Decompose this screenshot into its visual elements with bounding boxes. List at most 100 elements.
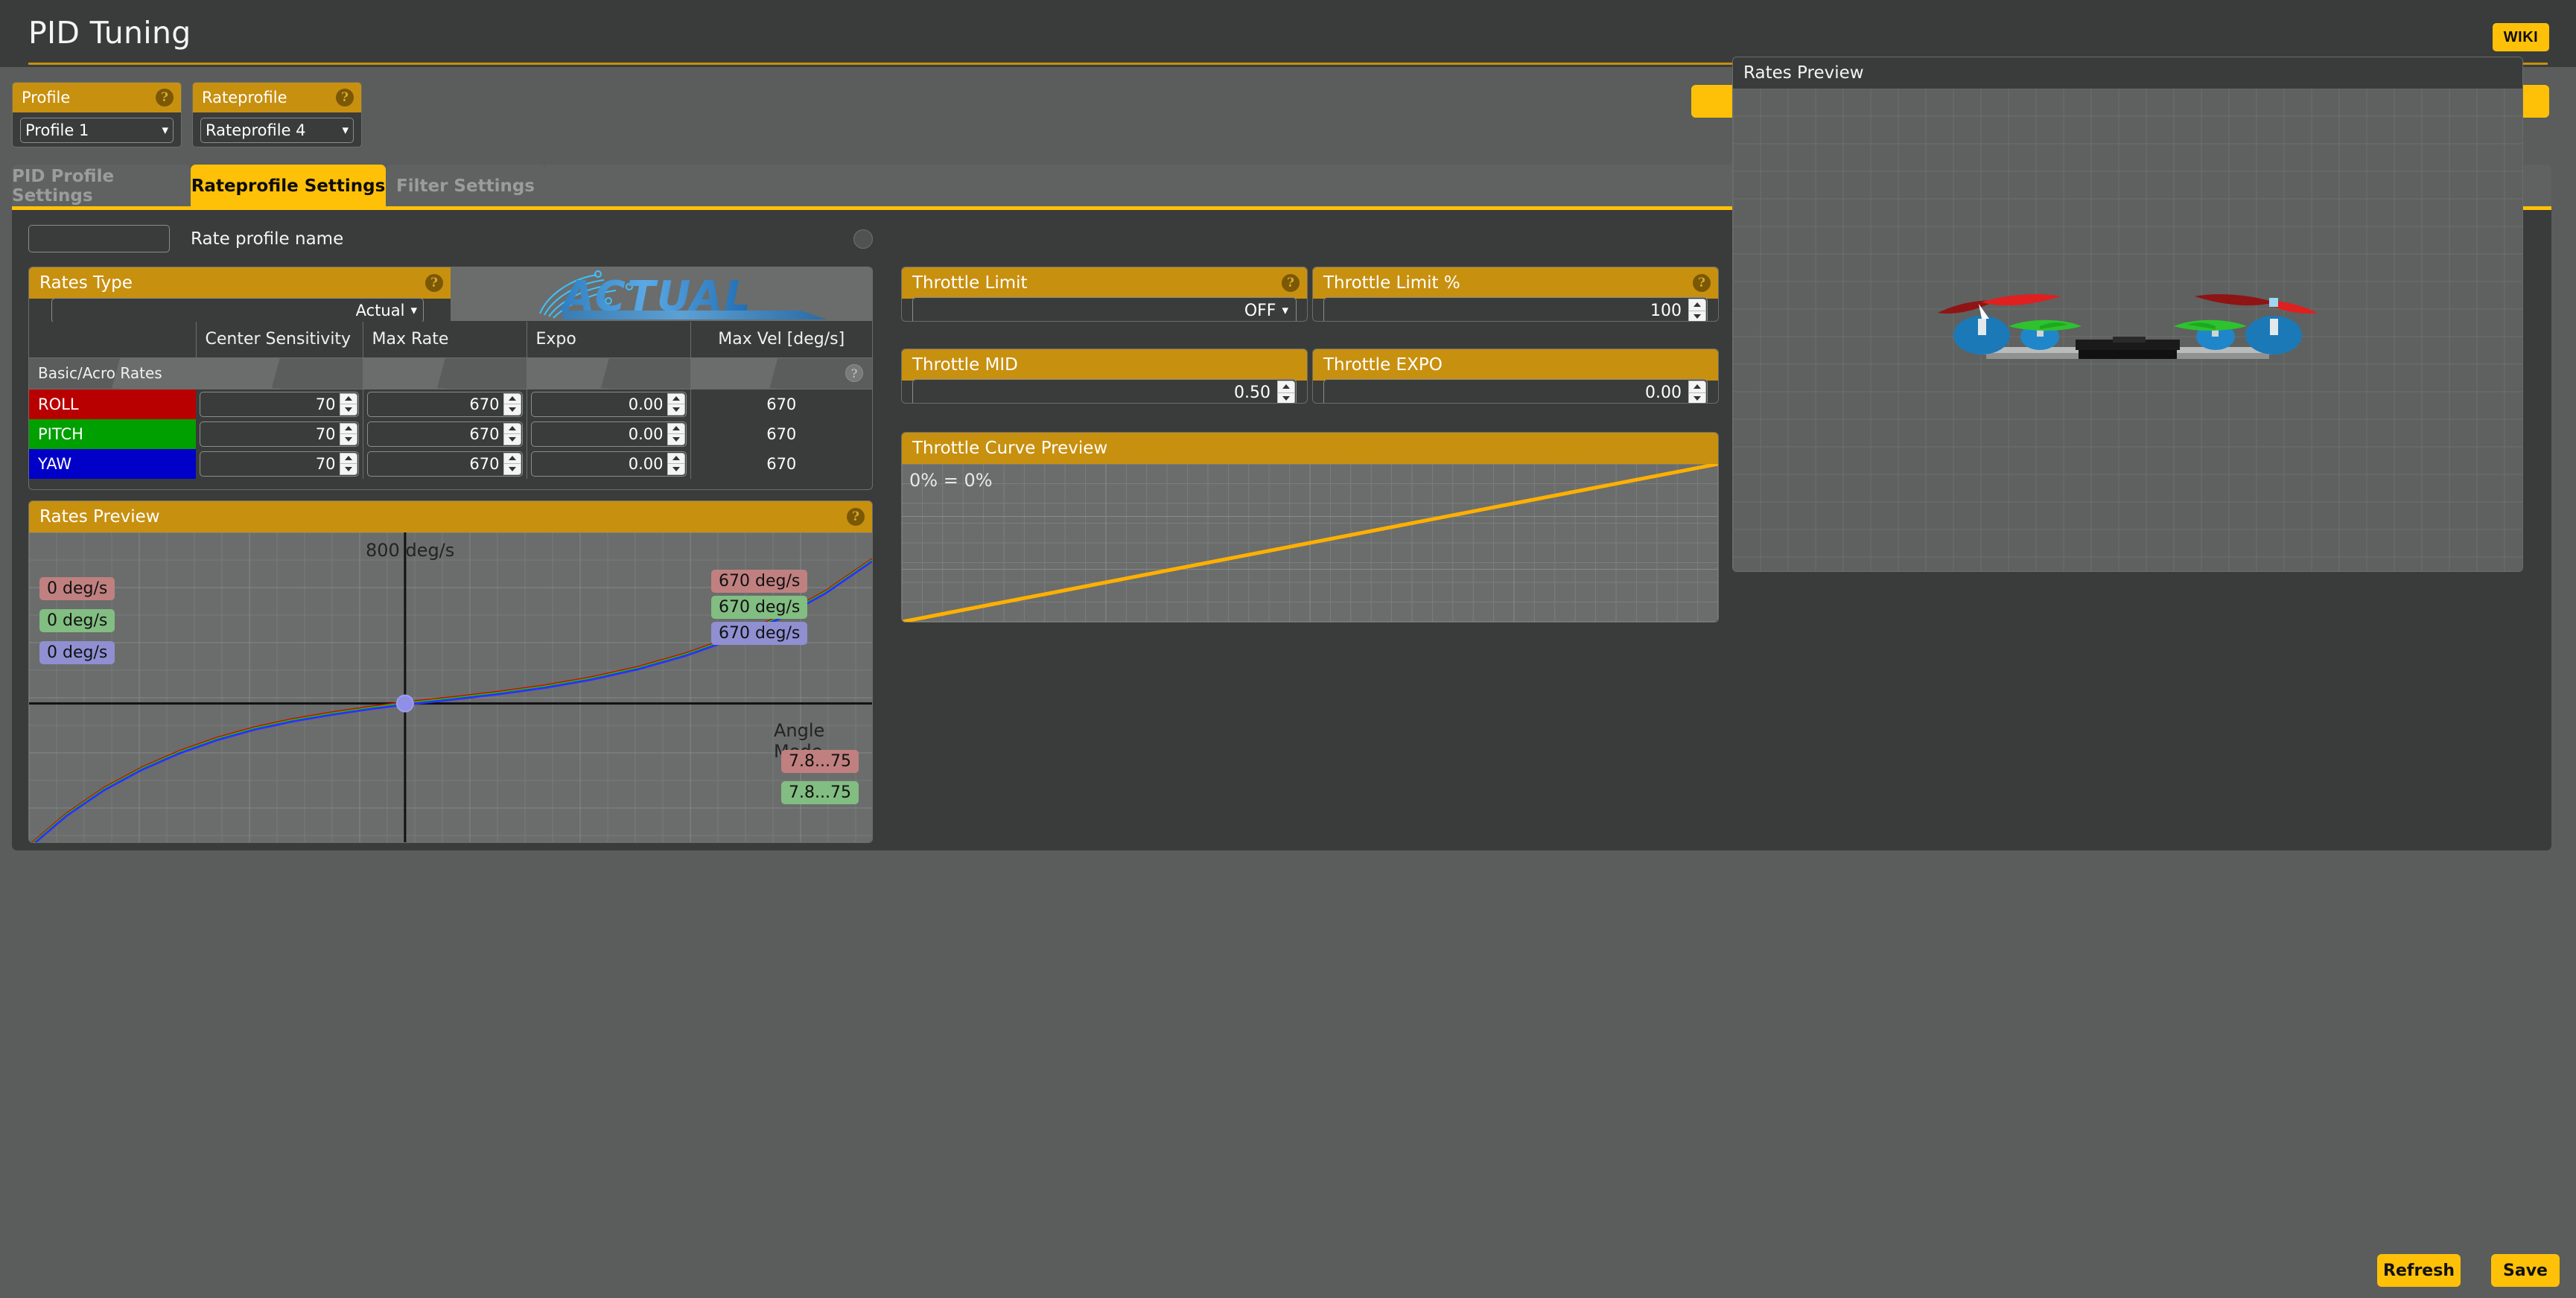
- model-preview-header: Rates Preview: [1733, 57, 2522, 89]
- throttle-limit-percent-body: 100: [1313, 299, 1718, 322]
- rates-type-select-wrap: Actual ▾: [29, 299, 451, 322]
- stepper-roll-expo[interactable]: [667, 393, 685, 416]
- group-spacer: [363, 357, 527, 389]
- rates-right-label-yaw: 670 deg/s: [711, 622, 807, 645]
- table-group-row: Basic/Acro Rates ?: [29, 357, 872, 389]
- profile-selector-panel: Profile ? Profile 1 ▾: [12, 82, 182, 147]
- chevron-down-icon: ▾: [342, 123, 349, 138]
- table-row: YAW 70 670: [29, 449, 872, 479]
- value: 70: [316, 425, 336, 443]
- profile-panel-header: Profile ?: [13, 83, 181, 112]
- chevron-down-icon: ▾: [1282, 303, 1288, 318]
- throttle-curve-plot[interactable]: 0% = 0%: [902, 464, 1718, 622]
- rates-type-title: Rates Type: [39, 273, 133, 293]
- yaw-center-sensitivity-input[interactable]: 70: [200, 451, 359, 477]
- quadcopter-model-viewport[interactable]: [1733, 89, 2522, 571]
- tab-pid-profile-settings[interactable]: PID Profile Settings: [12, 165, 191, 208]
- value: 670: [469, 455, 499, 473]
- profile-select[interactable]: Profile 1 ▾: [20, 118, 174, 143]
- stepper-throttle-limit-percent[interactable]: [1688, 299, 1706, 322]
- profile-label: Profile: [22, 89, 70, 106]
- stepper-pitch-expo[interactable]: [667, 423, 685, 445]
- stepper-roll-center-sensitivity[interactable]: [340, 393, 357, 416]
- value: 0.00: [629, 425, 664, 443]
- throttle-expo-body: 0.00: [1313, 381, 1718, 404]
- throttle-limit-header: Throttle Limit ?: [902, 267, 1307, 299]
- table-row: ROLL 70 670: [29, 389, 872, 419]
- table-row: PITCH 70 670: [29, 419, 872, 449]
- rates-right-label-pitch: 670 deg/s: [711, 596, 807, 619]
- profile-select-wrap: Profile 1 ▾: [13, 112, 181, 143]
- stepper-pitch-max-rate[interactable]: [503, 423, 521, 445]
- stepper-roll-max-rate[interactable]: [503, 393, 521, 416]
- throttle-expo-input[interactable]: 0.00: [1323, 379, 1708, 404]
- roll-max-rate-input[interactable]: 670: [367, 392, 523, 417]
- yaw-max-rate-input[interactable]: 670: [367, 451, 523, 477]
- throttle-mid-body: 0.50: [902, 381, 1307, 404]
- stepper-yaw-max-rate[interactable]: [503, 453, 521, 475]
- group-label-basic-acro-rates: Basic/Acro Rates: [29, 357, 196, 389]
- stepper-yaw-expo[interactable]: [667, 453, 685, 475]
- roll-expo-input[interactable]: 0.00: [531, 392, 687, 417]
- rateprofile-panel-header: Rateprofile ?: [193, 83, 361, 112]
- refresh-button[interactable]: Refresh: [2377, 1254, 2461, 1287]
- help-icon[interactable]: ?: [425, 274, 443, 292]
- yaw-expo-input[interactable]: 0.00: [531, 451, 687, 477]
- rateprofile-select-wrap: Rateprofile 4 ▾: [193, 112, 361, 143]
- throttle-expo-title: Throttle EXPO: [1323, 355, 1443, 375]
- rates-preview-title: Rates Preview: [39, 507, 160, 526]
- tab-filter-settings[interactable]: Filter Settings: [386, 165, 545, 208]
- throttle-curve-header: Throttle Curve Preview: [902, 433, 1718, 464]
- throttle-limit-percent-title: Throttle Limit %: [1323, 273, 1460, 293]
- help-icon[interactable]: ?: [847, 508, 865, 526]
- rates-type-select[interactable]: Actual ▾: [51, 298, 424, 322]
- cell-yaw-center-sensitivity: 70: [196, 449, 363, 479]
- wiki-button[interactable]: WIKI: [2493, 23, 2549, 51]
- throttle-curve-line: [902, 464, 1718, 622]
- help-icon[interactable]: [853, 229, 873, 249]
- quadcopter-icon: [1733, 89, 2522, 571]
- rates-left-label-yaw: 0 deg/s: [39, 641, 115, 664]
- cell-roll-center-sensitivity: 70: [196, 389, 363, 419]
- throttle-limit-percent-input[interactable]: 100: [1323, 297, 1708, 322]
- roll-center-sensitivity-input[interactable]: 70: [200, 392, 359, 417]
- help-icon[interactable]: ?: [336, 89, 354, 106]
- rate-profile-name-input[interactable]: [28, 225, 170, 252]
- throttle-limit-value: OFF: [1244, 302, 1276, 320]
- help-icon[interactable]: ?: [1693, 274, 1711, 292]
- col-header-axis: [29, 322, 196, 357]
- cell-roll-max-rate: 670: [363, 389, 527, 419]
- help-icon[interactable]: ?: [156, 89, 174, 106]
- throttle-mid-input[interactable]: 0.50: [912, 379, 1297, 404]
- save-button[interactable]: Save: [2491, 1254, 2560, 1287]
- rateprofile-selector-panel: Rateprofile ? Rateprofile 4 ▾: [192, 82, 362, 147]
- value: 670: [469, 395, 499, 413]
- table-header-row: Center Sensitivity Max Rate Expo Max Vel…: [29, 322, 872, 357]
- stepper-throttle-expo[interactable]: [1688, 381, 1706, 404]
- throttle-limit-select[interactable]: OFF ▾: [912, 297, 1297, 322]
- rates-chart-top-label: 800 deg/s: [366, 540, 454, 561]
- chevron-down-icon: ▾: [410, 303, 417, 318]
- throttle-mid-panel: Throttle MID 0.50: [901, 349, 1308, 404]
- rates-preview-panel: Rates Preview ? 800 deg/s 0 deg/s 0 deg/…: [28, 500, 873, 843]
- pitch-expo-input[interactable]: 0.00: [531, 421, 687, 447]
- rates-table-panel: Center Sensitivity Max Rate Expo Max Vel…: [28, 322, 873, 490]
- stepper-pitch-center-sensitivity[interactable]: [340, 423, 357, 445]
- angle-mode-value-pitch: 7.8...75: [781, 781, 859, 804]
- throttle-limit-percent-panel: Throttle Limit % ? 100: [1312, 267, 1719, 322]
- rateprofile-label: Rateprofile: [202, 89, 287, 106]
- col-header-max-vel: Max Vel [deg/s]: [690, 322, 872, 357]
- value: 0.00: [629, 395, 664, 413]
- help-icon[interactable]: ?: [845, 364, 863, 382]
- model-preview-title: Rates Preview: [1743, 63, 1864, 83]
- stepper-throttle-mid[interactable]: [1277, 381, 1295, 404]
- rates-table: Center Sensitivity Max Rate Expo Max Vel…: [29, 322, 872, 479]
- pitch-center-sensitivity-input[interactable]: 70: [200, 421, 359, 447]
- rates-preview-chart[interactable]: 800 deg/s 0 deg/s 0 deg/s 0 deg/s 670 de…: [29, 532, 872, 842]
- rateprofile-select[interactable]: Rateprofile 4 ▾: [200, 118, 354, 143]
- tab-rateprofile-settings[interactable]: Rateprofile Settings: [191, 165, 386, 208]
- stepper-yaw-center-sensitivity[interactable]: [340, 453, 357, 475]
- pitch-max-rate-input[interactable]: 670: [367, 421, 523, 447]
- help-icon[interactable]: ?: [1282, 274, 1300, 292]
- throttle-expo-header: Throttle EXPO: [1313, 349, 1718, 381]
